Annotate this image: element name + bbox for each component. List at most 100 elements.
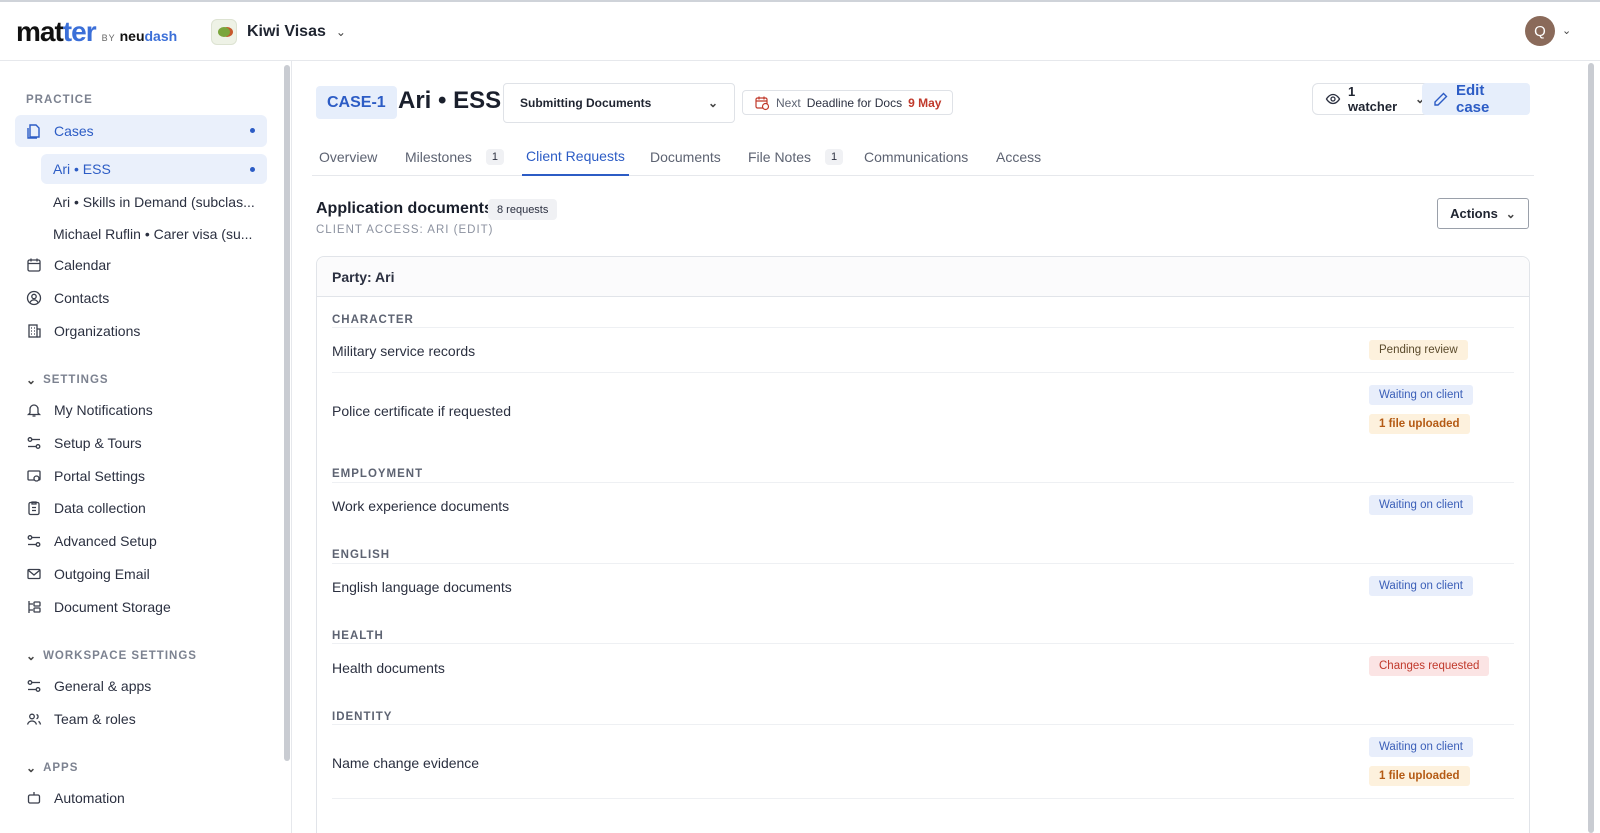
tab-label: Access bbox=[996, 148, 1042, 165]
status-badge: Waiting on client bbox=[1369, 495, 1473, 515]
sidebar-item-label: Contacts bbox=[54, 290, 110, 306]
mail-icon bbox=[26, 566, 42, 582]
sidebar-item-data-collection[interactable]: Data collection bbox=[15, 492, 267, 524]
logo-wordmark-a: mat bbox=[16, 16, 64, 47]
sidebar-case-label: Ari • ESS bbox=[53, 161, 111, 177]
sidebar-case-label: Michael Ruflin • Carer visa (su... bbox=[53, 226, 253, 242]
tab-count-badge: 1 bbox=[825, 148, 844, 165]
chevron-down-icon: ⌄ bbox=[1505, 206, 1516, 221]
sidebar-item-label: Cases bbox=[54, 123, 94, 139]
edit-case-button[interactable]: Edit case bbox=[1422, 82, 1530, 116]
page-title: Ari • ESS bbox=[398, 87, 502, 114]
sidebar-item-label: Data collection bbox=[54, 500, 146, 516]
sidebar-item-label: Portal Settings bbox=[54, 468, 146, 484]
logo-dash: dash bbox=[144, 28, 178, 44]
tab-label: Documents bbox=[650, 148, 721, 165]
calendar-icon bbox=[26, 257, 42, 273]
list-item[interactable]: Work experience documents Waiting on cli… bbox=[332, 482, 1514, 527]
logo-neu: neu bbox=[119, 28, 145, 44]
case-stage-select[interactable]: Submitting Documents ⌄ bbox=[503, 83, 735, 123]
sidebar-case-michael-ruflin[interactable]: Michael Ruflin • Carer visa (su... bbox=[41, 219, 267, 249]
sidebar-case-ari-skills[interactable]: Ari • Skills in Demand (subclas... bbox=[41, 187, 267, 217]
tab-overview[interactable]: Overview bbox=[315, 137, 381, 176]
calendar-clock-icon bbox=[754, 95, 770, 111]
top-bar: matter BY neudash Kiwi Visas ⌄ Q ⌄ bbox=[0, 0, 1600, 61]
bell-icon bbox=[26, 402, 42, 418]
actions-label: Actions bbox=[1450, 206, 1498, 221]
main-scrollbar[interactable] bbox=[1588, 63, 1594, 833]
logo-neudash: neudash bbox=[120, 28, 178, 44]
list-item[interactable]: Health documents Changes requested bbox=[332, 643, 1514, 688]
list-item[interactable]: Police certificate if requested Waiting … bbox=[332, 372, 1514, 460]
list-item[interactable]: English language documents Waiting on cl… bbox=[332, 563, 1514, 608]
request-label: Police certificate if requested bbox=[332, 403, 511, 419]
section-label: APPS bbox=[43, 762, 79, 774]
sidebar-item-advanced-setup[interactable]: Advanced Setup bbox=[15, 525, 267, 557]
category-heading: HEALTH bbox=[332, 630, 384, 642]
section-workspace-settings[interactable]: ⌄ WORKSPACE SETTINGS bbox=[26, 649, 197, 663]
tab-file-notes[interactable]: File Notes 1 bbox=[744, 137, 847, 176]
sidebar-item-general-apps[interactable]: General & apps bbox=[15, 670, 267, 702]
party-label: Party: Ari bbox=[332, 268, 395, 285]
sidebar-item-label: Advanced Setup bbox=[54, 533, 157, 549]
list-item[interactable]: Name change evidence Waiting on client 1… bbox=[332, 724, 1514, 798]
cases-icon bbox=[26, 123, 42, 139]
request-label: English language documents bbox=[332, 579, 512, 595]
file-count-badge: 1 file uploaded bbox=[1369, 766, 1470, 786]
sidebar-item-cases[interactable]: Cases bbox=[15, 115, 267, 147]
request-count-badge: 8 requests bbox=[488, 199, 558, 220]
sidebar-item-automation[interactable]: Automation bbox=[15, 782, 267, 814]
section-apps[interactable]: ⌄ APPS bbox=[26, 761, 78, 775]
sidebar-item-setup-tours[interactable]: Setup & Tours bbox=[15, 427, 267, 459]
request-label: Health documents bbox=[332, 660, 445, 676]
sidebar-item-label: Team & roles bbox=[54, 711, 136, 727]
deadline-date: 9 May bbox=[908, 95, 942, 110]
tab-communications[interactable]: Communications bbox=[860, 137, 972, 176]
request-label: Name change evidence bbox=[332, 755, 480, 771]
tab-client-requests[interactable]: Client Requests bbox=[522, 137, 629, 176]
deadline-prefix: Next bbox=[776, 95, 801, 110]
sidebar-case-label: Ari • Skills in Demand (subclas... bbox=[53, 194, 255, 210]
sidebar-item-calendar[interactable]: Calendar bbox=[15, 249, 267, 281]
sidebar-item-my-notifications[interactable]: My Notifications bbox=[15, 394, 267, 426]
category-heading: IDENTITY bbox=[332, 711, 393, 723]
tab-label: Client Requests bbox=[526, 147, 625, 164]
section-label: PRACTICE bbox=[26, 94, 93, 106]
avatar-initial: Q bbox=[1534, 22, 1546, 40]
watcher-button[interactable]: 1 watcher ⌄ bbox=[1312, 83, 1438, 115]
deadline-label: Deadline for Docs bbox=[806, 95, 903, 110]
sidebar-item-label: Automation bbox=[54, 790, 125, 806]
list-item[interactable]: Military service records Pending review bbox=[332, 327, 1514, 372]
team-icon bbox=[26, 711, 42, 727]
matter-logo[interactable]: matter BY neudash bbox=[16, 16, 177, 48]
workspace-switcher[interactable]: Kiwi Visas ⌄ bbox=[211, 16, 346, 48]
chevron-down-icon[interactable]: ⌄ bbox=[1562, 24, 1571, 37]
request-label: Military service records bbox=[332, 343, 476, 359]
sidebar-case-ari-ess[interactable]: Ari • ESS bbox=[41, 154, 267, 184]
tab-documents[interactable]: Documents bbox=[646, 137, 725, 176]
sidebar-item-contacts[interactable]: Contacts bbox=[15, 282, 267, 314]
list-item[interactable] bbox=[332, 798, 1514, 833]
client-access-label[interactable]: CLIENT ACCESS: ARI (EDIT) bbox=[316, 224, 494, 236]
sidebar-item-document-storage[interactable]: Document Storage bbox=[15, 591, 267, 623]
watcher-count: 1 watcher bbox=[1348, 84, 1398, 114]
section-settings[interactable]: ⌄ SETTINGS bbox=[26, 373, 109, 387]
actions-button[interactable]: Actions ⌄ bbox=[1437, 198, 1529, 229]
sidebar-item-portal-settings[interactable]: Portal Settings bbox=[15, 460, 267, 492]
chevron-down-icon: ⌄ bbox=[335, 25, 346, 39]
tab-milestones[interactable]: Milestones 1 bbox=[401, 137, 508, 176]
sidebar-item-organizations[interactable]: Organizations bbox=[15, 315, 267, 347]
sidebar-scrollbar[interactable] bbox=[284, 65, 290, 761]
avatar[interactable]: Q bbox=[1525, 16, 1555, 46]
chevron-down-icon: ⌄ bbox=[26, 761, 38, 775]
storage-icon bbox=[26, 599, 42, 615]
sliders-icon bbox=[26, 533, 42, 549]
tab-access[interactable]: Access bbox=[992, 137, 1045, 176]
sidebar-item-label: Setup & Tours bbox=[54, 435, 142, 451]
next-deadline-chip[interactable]: Next Deadline for Docs 9 May bbox=[742, 90, 954, 115]
workspace-name: Kiwi Visas bbox=[247, 23, 326, 40]
sidebar-item-outgoing-email[interactable]: Outgoing Email bbox=[15, 558, 267, 590]
sidebar-item-team-roles[interactable]: Team & roles bbox=[15, 703, 267, 735]
organizations-icon bbox=[26, 323, 42, 339]
automation-icon bbox=[26, 790, 42, 806]
